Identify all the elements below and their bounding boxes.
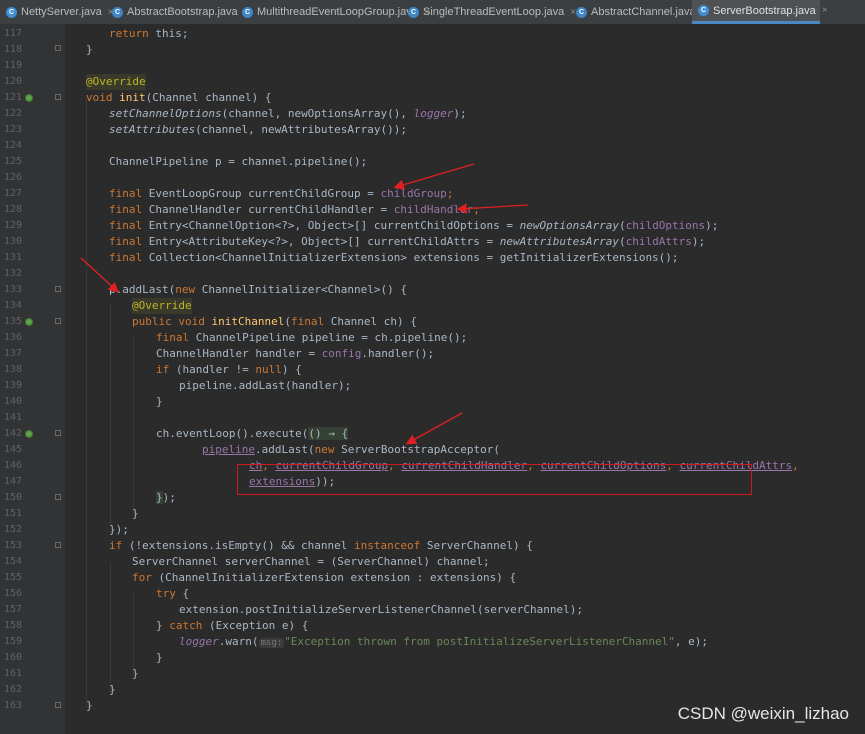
arrow-to-acceptor bbox=[405, 412, 463, 445]
arrow-to-addlast bbox=[80, 257, 119, 293]
arrow-to-childhandler bbox=[456, 203, 529, 214]
arrow-to-childgroup bbox=[393, 163, 475, 190]
annotation-arrows bbox=[80, 163, 529, 445]
watermark: CSDN @weixin_lizhao bbox=[677, 704, 849, 723]
